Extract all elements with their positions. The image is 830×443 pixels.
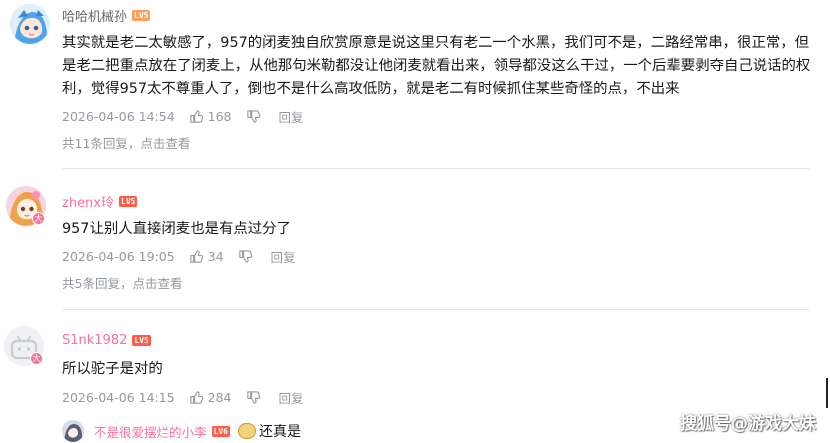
anime-avatar-image [62,420,84,442]
reply-count: 共11条回复， [62,136,141,151]
comment-text: 957让别人直接闭麦也是有点过分了 [62,218,291,241]
comment-date: 2026-04-06 19:05 [62,249,175,264]
sub-reply-text: 还真是 [258,424,301,440]
avatar-badge-icon: 大 [32,212,45,225]
anime-avatar-image [10,4,50,44]
like-count: 168 [207,109,232,124]
comment-text: 其实就是老二太敏感了，957的闭麦独自欣赏原意是说这里只有老二一个水黑，我们可不… [62,32,810,101]
like-count: 34 [207,249,224,264]
divider [62,168,810,169]
watermark: 搜狐号@游戏大妹 [680,414,816,434]
level-badge: LV5 [132,335,151,346]
comment-date: 2026-04-06 14:15 [62,390,175,405]
comment-meta: 2026-04-06 19:05 34 回复 [62,247,296,266]
user-avatar[interactable] [10,4,50,44]
divider [62,309,810,310]
sub-reply: 不是很爱摆烂的小李 LV6 还真是 [62,420,301,442]
reply-count: 共5条回复， [62,276,133,291]
level-badge: LV6 [211,425,230,437]
username-row: 哈哈机械孙 LV5 [62,6,151,25]
username-row: zhenx玲 LV5 [62,192,138,211]
comment-date: 2026-04-06 14:54 [62,109,175,124]
thumbs-down-icon[interactable] [238,249,253,264]
laughing-emoji-icon [237,423,256,439]
comment-text-line: 是老二把重点放在了闭麦上，从他那句米勒都没让他闭麦就看出来，领导都没这么干过，一… [62,58,811,74]
comment-text-line: 957让别人直接闭麦也是有点过分了 [62,221,291,237]
comment-text-line: 其实就是老二太敏感了，957的闭麦独自欣赏原意是说这里只有老二一个水黑，我们可不… [62,35,810,51]
level-badge: LV5 [119,196,138,207]
thumbs-up-icon[interactable] [189,249,204,264]
thumbs-up-icon[interactable] [189,109,204,124]
username[interactable]: zhenx玲 [62,192,114,211]
scrollbar-fragment [826,378,828,408]
thumbs-up-icon[interactable] [189,390,204,405]
thumbs-down-icon[interactable] [246,109,261,124]
username[interactable]: S1nk1982 [62,333,127,348]
username[interactable]: 哈哈机械孙 [62,6,127,25]
comment-meta: 2026-04-06 14:54 168 回复 [62,107,304,126]
thumbs-down-icon[interactable] [246,390,261,405]
view-replies-link[interactable]: 点击查看 [132,276,182,291]
view-replies-link[interactable]: 点击查看 [140,136,190,151]
comment-text: 所以驼子是对的 [62,358,163,381]
reply-summary: 共5条回复，点击查看 [62,273,182,292]
avatar-badge-icon: 大 [30,352,43,365]
like-count: 284 [207,390,232,405]
sub-reply-username[interactable]: 不是很爱摆烂的小李 [94,422,207,441]
comment-text-line: 利，觉得957太不尊重人了，倒也不是什么高攻低防，就是老二有时候抓住某些奇怪的点… [62,81,680,97]
level-badge: LV5 [132,10,151,21]
reply-summary: 共11条回复，点击查看 [62,133,190,152]
username-row: S1nk1982 LV5 [62,333,151,348]
reply-button[interactable]: 回复 [271,247,296,266]
comment-text-line: 所以驼子是对的 [62,361,163,377]
reply-button[interactable]: 回复 [279,107,304,126]
comment-meta: 2026-04-06 14:15 284 回复 [62,388,304,407]
reply-button[interactable]: 回复 [279,388,304,407]
sub-reply-avatar[interactable] [62,420,84,442]
